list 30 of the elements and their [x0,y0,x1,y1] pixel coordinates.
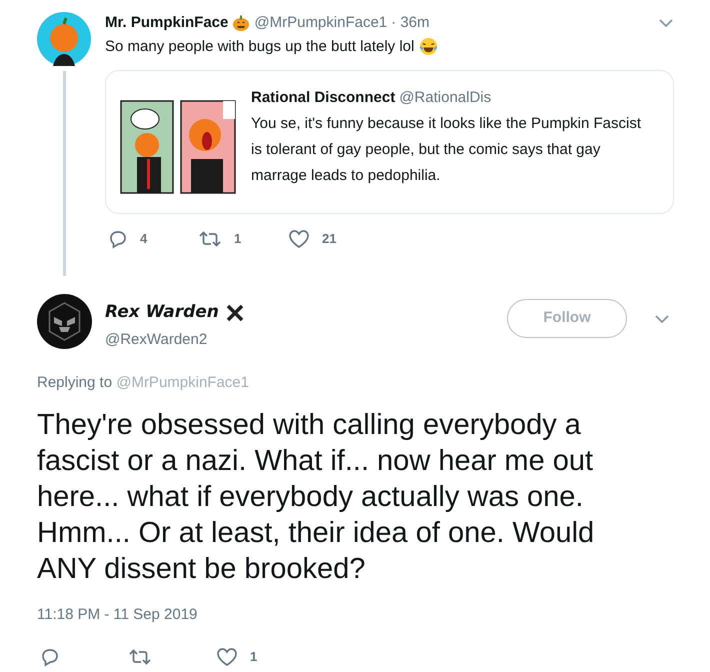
cross-icon [224,302,245,323]
avatar[interactable] [37,294,92,349]
replying-label: Replying to [37,374,112,391]
quoted-author-handle: @RationalDis [399,88,492,108]
chevron-down-icon[interactable] [654,314,670,324]
like-count: 21 [322,230,336,248]
pumpkin-icon [232,14,250,32]
tweet-time[interactable]: · 36m [391,12,430,34]
heart-icon[interactable] [288,228,310,248]
avatar[interactable] [37,12,91,66]
laughing-emoji-icon [419,37,438,56]
heart-icon[interactable] [216,646,238,666]
retweet-icon[interactable] [198,228,222,248]
quoted-tweet-card[interactable]: Rational Disconnect @RationalDis You se, it's funny because it looks like the Pumpkin Fascist is tolerant of gay people, but the comic says that gay marrage leads to pedophilia. [105,70,674,214]
chevron-down-icon[interactable] [658,18,674,28]
reply-count: 4 [140,230,148,248]
author-handle[interactable]: @RexWarden2 [105,328,245,351]
retweet-count: 1 [234,230,242,248]
author-handle[interactable]: @MrPumpkinFace1 [254,12,388,34]
like-count: 1 [250,648,258,666]
tweet-text: They're obsessed with calling everybody a fascist or a nazi. What if... now hear me out here... what if everybody actually was one. Hmm... Or at least, their idea of one. Would ANY dissent be brooked? [37,408,596,586]
author-name[interactable]: Rex Warden [105,300,219,326]
tweet-text: So many people with bugs up the butt lately lol [105,36,414,56]
quoted-author-name: Rational Disconnect [251,88,396,108]
reply-icon[interactable] [40,646,60,666]
reply-icon[interactable] [108,228,128,248]
author-name[interactable]: Mr. PumpkinFace [105,12,228,34]
retweet-icon[interactable] [128,646,152,666]
tweet-timestamp[interactable]: 11:18 PM - 11 Sep 2019 [37,606,198,622]
quoted-tweet-text: You se, it's funny because it looks like the Pumpkin Fascist is tolerant of gay people, but the comic says that gay marrage leads to pedophilia. [251,114,642,186]
